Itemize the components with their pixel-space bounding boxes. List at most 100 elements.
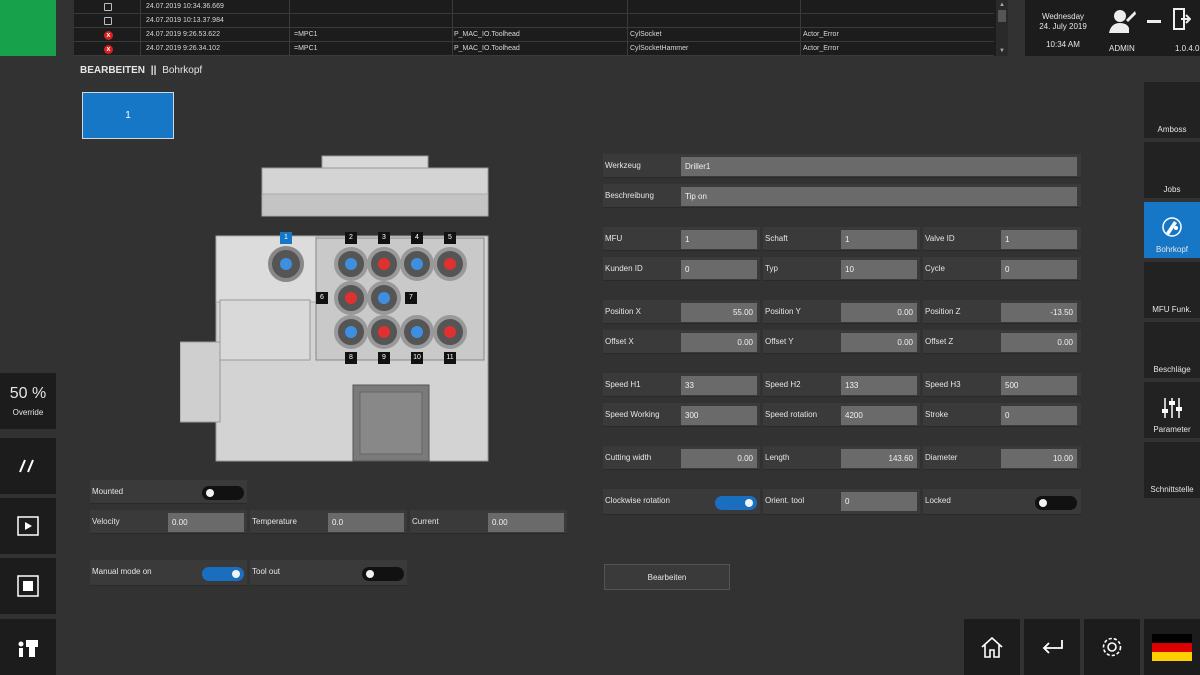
event-log[interactable]: 24.07.2019 10:34.36.669 24.07.2019 10:13… xyxy=(74,0,1008,56)
breadcrumb: BEARBEITEN || Bohrkopf xyxy=(80,65,202,76)
drillhead-image: 1 2 3 4 5 6 7 8 9 10 11 xyxy=(179,150,490,465)
cycle-label: Cycle xyxy=(925,264,946,273)
werkzeug-row: Werkzeug Driller1 xyxy=(603,154,1081,178)
offset-x-field[interactable]: 0.00 xyxy=(681,333,757,352)
beschreibung-field[interactable]: Tip on xyxy=(681,187,1077,206)
time: 10:34 AM xyxy=(1046,40,1080,49)
nav-beschlaege[interactable]: Beschläge xyxy=(1144,322,1200,378)
spindle-label[interactable]: 9 xyxy=(378,352,390,364)
velocity-row: Velocity 0.00 xyxy=(90,510,247,534)
settings-button[interactable] xyxy=(1084,619,1140,675)
play-button[interactable] xyxy=(0,498,56,554)
schaft-field[interactable]: 1 xyxy=(841,230,917,249)
nav-amboss[interactable]: Amboss xyxy=(1144,82,1200,138)
user-icon[interactable] xyxy=(1107,8,1137,34)
weekday: Wednesday xyxy=(1041,12,1085,21)
cutting-width-field[interactable]: 0.00 xyxy=(681,449,757,468)
scroll-up-icon[interactable]: ▲ xyxy=(999,2,1005,8)
locked-toggle[interactable] xyxy=(1035,496,1077,510)
spindle-label[interactable]: 10 xyxy=(411,352,423,364)
speed-working-field[interactable]: 300 xyxy=(681,406,757,425)
temperature-field[interactable]: 0.0 xyxy=(328,513,404,532)
log-row[interactable]: x 24.07.2019 9:26.53.622 =MPC1 P_MAC_IO.… xyxy=(74,28,994,42)
stroke-field[interactable]: 0 xyxy=(1001,406,1077,425)
locked-label: Locked xyxy=(925,496,951,505)
logout-icon[interactable] xyxy=(1173,8,1192,30)
override-control[interactable]: 50 % Override xyxy=(0,373,56,429)
offset-z-field[interactable]: 0.00 xyxy=(1001,333,1077,352)
werkzeug-label: Werkzeug xyxy=(605,161,641,170)
speed-h3-field[interactable]: 500 xyxy=(1001,376,1077,395)
offset-z-label: Offset Z xyxy=(925,337,954,346)
toggle-knob xyxy=(232,570,240,578)
io-icon xyxy=(18,640,38,657)
clockwise-toggle[interactable] xyxy=(715,496,757,510)
pause-button[interactable] xyxy=(0,438,56,494)
io-button[interactable] xyxy=(0,619,56,675)
nav-bohrkopf[interactable]: Bohrkopf xyxy=(1144,202,1200,258)
back-button[interactable] xyxy=(1024,619,1080,675)
home-button[interactable] xyxy=(964,619,1020,675)
spindle-label[interactable]: 4 xyxy=(411,232,423,244)
position-z-field[interactable]: -13.50 xyxy=(1001,303,1077,322)
speed-h1-field[interactable]: 33 xyxy=(681,376,757,395)
manual-mode-toggle[interactable] xyxy=(202,567,244,581)
mounted-toggle[interactable] xyxy=(202,486,244,500)
speed-h1-row: Speed H1 33 xyxy=(603,373,760,397)
cycle-field[interactable]: 0 xyxy=(1001,260,1077,279)
head-select-button[interactable]: 1 xyxy=(82,92,174,139)
tool-out-toggle[interactable] xyxy=(362,567,404,581)
spindle-label[interactable]: 8 xyxy=(345,352,357,364)
spindle-label[interactable]: 6 xyxy=(316,292,328,304)
werkzeug-field[interactable]: Driller1 xyxy=(681,157,1077,176)
stop-icon xyxy=(17,575,39,597)
drill-icon xyxy=(1162,217,1182,237)
length-field[interactable]: 143.60 xyxy=(841,449,917,468)
gear-icon xyxy=(1102,637,1122,657)
stop-button[interactable] xyxy=(0,558,56,614)
speed-working-row: Speed Working 300 xyxy=(603,403,760,427)
minimize-icon[interactable] xyxy=(1147,20,1161,23)
orient-field[interactable]: 0 xyxy=(841,492,917,511)
offset-y-field[interactable]: 0.00 xyxy=(841,333,917,352)
mfu-field[interactable]: 1 xyxy=(681,230,757,249)
speed-rotation-label: Speed rotation xyxy=(765,410,818,419)
error-icon: x xyxy=(104,45,113,54)
speed-rotation-field[interactable]: 4200 xyxy=(841,406,917,425)
valve-field[interactable]: 1 xyxy=(1001,230,1077,249)
diameter-field[interactable]: 10.00 xyxy=(1001,449,1077,468)
edit-button[interactable]: Bearbeiten xyxy=(604,564,730,590)
log-source: =MPC1 xyxy=(294,45,318,52)
log-row[interactable]: x 24.07.2019 9:26.34.102 =MPC1 P_MAC_IO.… xyxy=(74,42,994,56)
breadcrumb-separator: || xyxy=(150,65,157,76)
column-divider xyxy=(627,0,628,56)
position-y-field[interactable]: 0.00 xyxy=(841,303,917,322)
spindle-label[interactable]: 7 xyxy=(405,292,417,304)
spindle-label[interactable]: 11 xyxy=(444,352,456,364)
current-field[interactable]: 0.00 xyxy=(488,513,564,532)
spindle-label[interactable]: 2 xyxy=(345,232,357,244)
scroll-down-icon[interactable]: ▼ xyxy=(999,48,1005,54)
log-row[interactable]: 24.07.2019 10:13.37.984 xyxy=(74,14,994,28)
spindle-label[interactable]: 3 xyxy=(378,232,390,244)
spindle-label[interactable]: 5 xyxy=(444,232,456,244)
scroll-thumb[interactable] xyxy=(998,10,1006,22)
nav-mfu-funk[interactable]: MFU Funk. xyxy=(1144,262,1200,318)
log-row[interactable]: 24.07.2019 10:34.36.669 xyxy=(74,0,994,14)
velocity-field[interactable]: 0.00 xyxy=(168,513,244,532)
speed-h2-field[interactable]: 133 xyxy=(841,376,917,395)
velocity-label: Velocity xyxy=(92,517,120,526)
typ-field[interactable]: 10 xyxy=(841,260,917,279)
log-scrollbar[interactable]: ▲ ▼ xyxy=(996,0,1008,56)
spindle-label[interactable]: 1 xyxy=(280,232,292,244)
current-label: Current xyxy=(412,517,439,526)
kunden-field[interactable]: 0 xyxy=(681,260,757,279)
language-button[interactable] xyxy=(1144,619,1200,675)
nav-schnittstelle[interactable]: Schnittstelle xyxy=(1144,442,1200,498)
nav-label: Bohrkopf xyxy=(1155,245,1189,254)
nav-parameter[interactable]: Parameter xyxy=(1144,382,1200,438)
nav-jobs[interactable]: Jobs xyxy=(1144,142,1200,198)
speed-h3-label: Speed H3 xyxy=(925,380,961,389)
position-x-field[interactable]: 55.00 xyxy=(681,303,757,322)
override-value: 50 % xyxy=(9,385,47,402)
